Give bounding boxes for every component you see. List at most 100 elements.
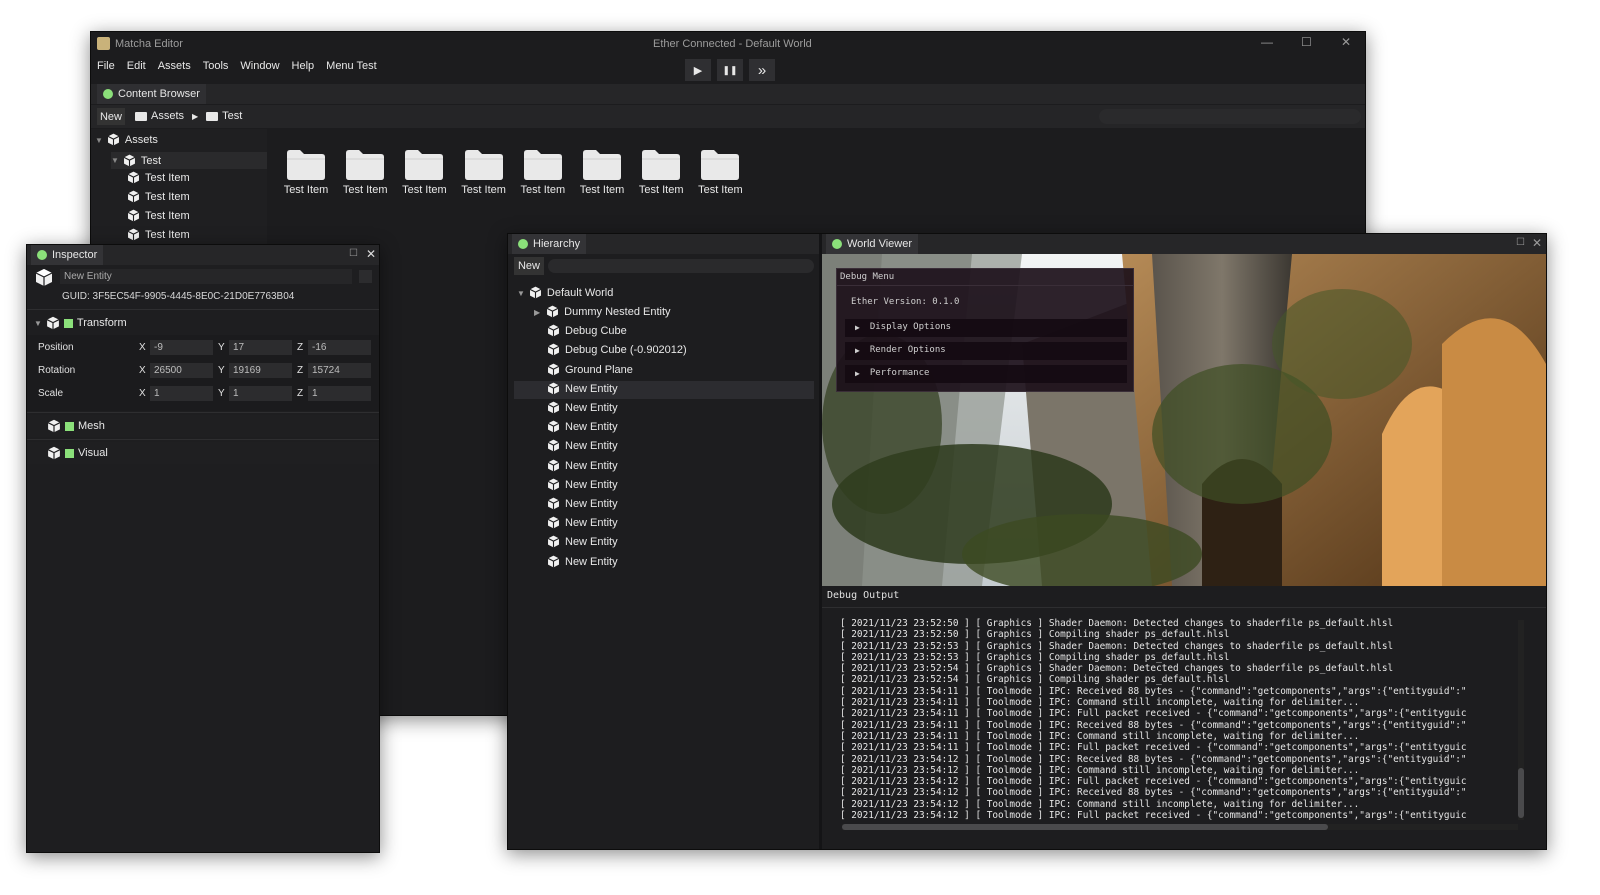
asset-folder-item[interactable]: Test Item <box>628 144 684 200</box>
title-bar[interactable]: Matcha Editor Ether Connected - Default … <box>91 32 1365 56</box>
component-visual-header[interactable]: Visual <box>47 446 108 460</box>
hierarchy-entity-item[interactable]: New Entity <box>547 459 618 473</box>
hierarchy-entity-item[interactable]: Debug Cube <box>547 324 627 338</box>
hierarchy-search-input[interactable] <box>548 259 814 273</box>
debug-option[interactable]: ▶ Display Options <box>855 322 951 332</box>
debug-menu-divider <box>837 285 1133 286</box>
divider <box>27 412 379 413</box>
hierarchy-entity-item[interactable]: New Entity <box>547 478 618 492</box>
hierarchy-entity-item[interactable]: New Entity <box>547 420 618 434</box>
component-transform-header[interactable]: ▼ Transform <box>34 316 127 330</box>
close-icon[interactable]: ✕ <box>1341 36 1351 48</box>
hierarchy-entity-item[interactable]: Ground Plane <box>547 363 633 377</box>
play-button[interactable]: ▶ <box>685 59 711 81</box>
menu-item[interactable]: Window <box>240 60 279 72</box>
log-line: [ 2021/11/23 23:54:11 ] [ Toolmode ] IPC… <box>840 719 1467 731</box>
tree-item[interactable]: Test Item <box>127 190 190 204</box>
tab-label: World Viewer <box>847 238 913 250</box>
content-search-input[interactable] <box>1099 109 1361 124</box>
component-mesh-header[interactable]: Mesh <box>47 419 105 433</box>
step-button[interactable]: » <box>749 59 775 81</box>
breadcrumb-test[interactable]: Test <box>222 110 242 122</box>
transform-y-input[interactable]: 17 <box>229 340 292 355</box>
log-line: [ 2021/11/23 23:54:11 ] [ Toolmode ] IPC… <box>840 697 1360 709</box>
hierarchy-entity-item[interactable]: New Entity <box>547 382 618 396</box>
hierarchy-entity-item[interactable]: New Entity <box>547 555 618 569</box>
asset-folder-item[interactable]: Test Item <box>332 144 388 200</box>
chevron-down-icon[interactable]: ▼ <box>517 289 525 298</box>
hierarchy-entity-item[interactable]: New Entity <box>547 439 618 453</box>
tab-world-viewer[interactable]: World Viewer <box>826 234 919 254</box>
maximize-icon[interactable]: ☐ <box>349 249 358 259</box>
asset-folder-item[interactable]: Test Item <box>687 144 743 200</box>
scrollbar-thumb[interactable] <box>1518 768 1524 818</box>
minimize-icon[interactable]: — <box>1261 36 1273 48</box>
scrollbar-thumb[interactable] <box>842 824 1328 830</box>
menu-item[interactable]: Tools <box>203 60 229 72</box>
chevron-down-icon[interactable]: ▼ <box>95 136 103 145</box>
entity-name-input[interactable]: New Entity <box>60 269 352 284</box>
transform-x-input[interactable]: -9 <box>150 340 213 355</box>
tree-root-world[interactable]: ▼ Default World <box>517 286 613 300</box>
entity-active-checkbox[interactable] <box>359 270 372 283</box>
component-enabled-checkbox[interactable] <box>65 421 74 431</box>
tree-item[interactable]: Test Item <box>127 209 190 223</box>
transform-y-input[interactable]: 19169 <box>229 363 292 378</box>
tab-hierarchy[interactable]: Hierarchy <box>512 234 587 254</box>
maximize-icon[interactable]: ☐ <box>1516 238 1525 248</box>
folder-icon <box>206 111 219 121</box>
pause-button[interactable]: ❚❚ <box>717 59 743 81</box>
tree-item[interactable]: Test Item <box>127 171 190 185</box>
debug-option[interactable]: ▶ Performance <box>855 368 929 378</box>
transform-y-input[interactable]: 1 <box>229 386 292 401</box>
hierarchy-entity-item[interactable]: New Entity <box>547 401 618 415</box>
asset-folder-item[interactable]: Test Item <box>391 144 447 200</box>
tab-inspector[interactable]: Inspector <box>31 245 104 265</box>
transform-z-input[interactable]: 15724 <box>308 363 371 378</box>
transform-x-input[interactable]: 1 <box>150 386 213 401</box>
entity-cube-icon <box>547 555 561 569</box>
asset-folder-item[interactable]: Test Item <box>510 144 566 200</box>
content-browser-header: Content Browser <box>91 84 1365 104</box>
chevron-down-icon: ▼ <box>34 318 42 328</box>
tab-content-browser[interactable]: Content Browser <box>97 84 206 104</box>
asset-folder-item[interactable]: Test Item <box>569 144 625 200</box>
hierarchy-entity-item[interactable]: New Entity <box>547 497 618 511</box>
transform-x-input[interactable]: 26500 <box>150 363 213 378</box>
chevron-right-icon: ▶ <box>192 111 199 121</box>
tree-item[interactable]: Test Item <box>127 228 190 242</box>
world-viewport[interactable]: Debug Menu Ether Version: 0.1.0 ▶ Display… <box>822 254 1546 586</box>
log-line: [ 2021/11/23 23:54:12 ] [ Toolmode ] IPC… <box>840 810 1467 822</box>
log-vertical-scrollbar[interactable] <box>1518 620 1524 820</box>
menu-item[interactable]: Assets <box>158 60 191 72</box>
new-entity-button[interactable]: New <box>514 257 544 275</box>
breadcrumb-assets[interactable]: Assets <box>151 110 184 122</box>
log-horizontal-scrollbar[interactable] <box>842 824 1518 830</box>
component-enabled-checkbox[interactable] <box>63 318 73 328</box>
chevron-down-icon[interactable]: ▼ <box>111 156 119 165</box>
menu-item[interactable]: Help <box>292 60 315 72</box>
menu-item[interactable]: Edit <box>127 60 146 72</box>
menu-item[interactable]: File <box>97 60 115 72</box>
hierarchy-entity-item[interactable]: ▶ Dummy Nested Entity <box>534 305 671 319</box>
asset-folder-item[interactable]: Test Item <box>451 144 507 200</box>
menu-bar: File Edit Assets Tools Window Help Menu Test <box>97 60 377 72</box>
component-enabled-checkbox[interactable] <box>65 448 74 458</box>
hierarchy-entity-item[interactable]: New Entity <box>547 516 618 530</box>
close-icon[interactable]: ✕ <box>1532 237 1542 249</box>
maximize-icon[interactable]: ☐ <box>1301 36 1312 48</box>
tree-item[interactable]: ▼ Test <box>111 152 267 169</box>
new-asset-button[interactable]: New <box>97 108 125 125</box>
chevron-right-icon[interactable]: ▶ <box>534 308 540 317</box>
hierarchy-entity-item[interactable]: Debug Cube (-0.902012) <box>547 343 687 357</box>
hierarchy-entity-item[interactable]: New Entity <box>547 535 618 549</box>
transform-z-input[interactable]: -16 <box>308 340 371 355</box>
menu-item[interactable]: Menu Test <box>326 60 377 72</box>
folder-icon <box>403 147 445 180</box>
tree-item[interactable]: ▼ Assets <box>95 133 158 147</box>
asset-folder-item[interactable]: Test Item <box>273 144 329 200</box>
transform-z-input[interactable]: 1 <box>308 386 371 401</box>
debug-option[interactable]: ▶ Render Options <box>855 345 946 355</box>
world-viewer-header: World Viewer ☐ ✕ <box>822 234 1546 254</box>
close-icon[interactable]: ✕ <box>366 248 376 260</box>
